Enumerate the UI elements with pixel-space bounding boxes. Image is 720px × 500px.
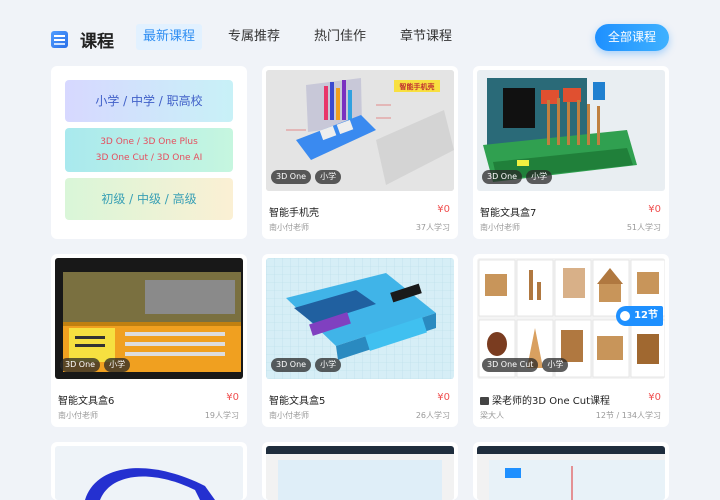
course-teacher: 梁大人: [480, 411, 504, 420]
tag-grade: 小学: [315, 358, 342, 372]
tab-exclusive-recommend[interactable]: 专属推荐: [221, 24, 287, 50]
filter-grades[interactable]: 小学 / 中学 / 职高校: [65, 80, 233, 122]
course-teacher: 南小付老师: [269, 411, 309, 420]
course-price: ¥0: [437, 204, 450, 215]
course-tags: 3D One 小学: [271, 170, 342, 184]
course-teacher: 南小付老师: [269, 223, 309, 232]
filter-levels[interactable]: 初级 / 中级 / 高级: [65, 178, 233, 220]
course-card[interactable]: [473, 442, 669, 500]
course-card[interactable]: 3D One 小学 智能文具盒6 ¥0 南小付老师 19人学习: [51, 254, 247, 427]
course-learners: 37人学习: [415, 223, 450, 232]
course-tags: 3D One 小学: [271, 358, 342, 372]
filter-versions[interactable]: 3D One / 3D One Plus 3D One Cut / 3D One…: [65, 128, 233, 172]
course-thumbnail: [266, 446, 454, 500]
thumb-caption: 智能手机壳: [400, 82, 435, 91]
tab-latest-courses[interactable]: 最新课程: [136, 24, 203, 50]
filter-versions-line2: 3D One Cut / 3D One AI: [95, 153, 203, 163]
course-card[interactable]: [51, 442, 247, 500]
course-thumbnail: [55, 446, 243, 500]
course-logo-icon: [51, 31, 68, 48]
course-tags: 3D One 小学: [60, 358, 131, 372]
course-card[interactable]: 12节 3D One Cut 小学 梁老师的3D One Cut课程 ¥0 梁大…: [473, 254, 669, 427]
course-title: 智能文具盒5: [269, 396, 326, 407]
course-title: 智能文具盒7: [480, 208, 537, 219]
course-price: ¥0: [437, 392, 450, 403]
course-learners: 12节 / 134人学习: [595, 411, 661, 420]
course-icon: [480, 397, 489, 405]
course-learners: 19人学习: [204, 411, 239, 420]
filter-panel: 小学 / 中学 / 职高校 3D One / 3D One Plus 3D On…: [51, 66, 247, 239]
tag-grade: 小学: [315, 170, 342, 184]
course-price: ¥0: [648, 204, 661, 215]
course-card[interactable]: 智能手机壳 3D One 小学 智能手机壳 ¥0 南小付老师 37人学习: [262, 66, 458, 239]
course-title: 梁老师的3D One Cut课程: [492, 396, 611, 407]
course-learners: 26人学习: [415, 411, 450, 420]
all-courses-button[interactable]: 全部课程: [595, 24, 669, 51]
course-thumbnail: [477, 446, 665, 500]
course-card[interactable]: [262, 442, 458, 500]
tag-software: 3D One: [482, 170, 523, 184]
page-title: 课程: [80, 32, 114, 52]
tab-popular-works[interactable]: 热门佳作: [307, 24, 373, 50]
course-card[interactable]: 3D One 小学 智能文具盒7 ¥0 南小付老师 51人学习: [473, 66, 669, 239]
course-teacher: 南小付老师: [480, 223, 520, 232]
tag-grade: 小学: [526, 170, 553, 184]
course-tags: 3D One 小学: [482, 170, 553, 184]
tag-grade: 小学: [104, 358, 131, 372]
tag-software: 3D One: [271, 358, 312, 372]
course-teacher: 南小付老师: [58, 411, 98, 420]
chapter-count-badge: 12节: [616, 306, 663, 326]
header: 课程 最新课程 专属推荐 热门佳作 章节课程 全部课程: [0, 0, 720, 66]
tab-chapter-courses[interactable]: 章节课程: [393, 24, 459, 50]
course-title: 智能手机壳: [269, 208, 319, 219]
course-price: ¥0: [226, 392, 239, 403]
tag-software: 3D One Cut: [482, 358, 539, 372]
course-tags: 3D One Cut 小学: [482, 358, 569, 372]
course-title-wrap: 梁老师的3D One Cut课程: [480, 392, 610, 407]
course-price: ¥0: [648, 392, 661, 403]
filter-versions-line1: 3D One / 3D One Plus: [100, 137, 198, 147]
tag-software: 3D One: [271, 170, 312, 184]
tag-grade: 小学: [542, 358, 569, 372]
tag-software: 3D One: [60, 358, 101, 372]
course-title: 智能文具盒6: [58, 396, 115, 407]
course-card[interactable]: 3D One 小学 智能文具盒5 ¥0 南小付老师 26人学习: [262, 254, 458, 427]
course-learners: 51人学习: [626, 223, 661, 232]
